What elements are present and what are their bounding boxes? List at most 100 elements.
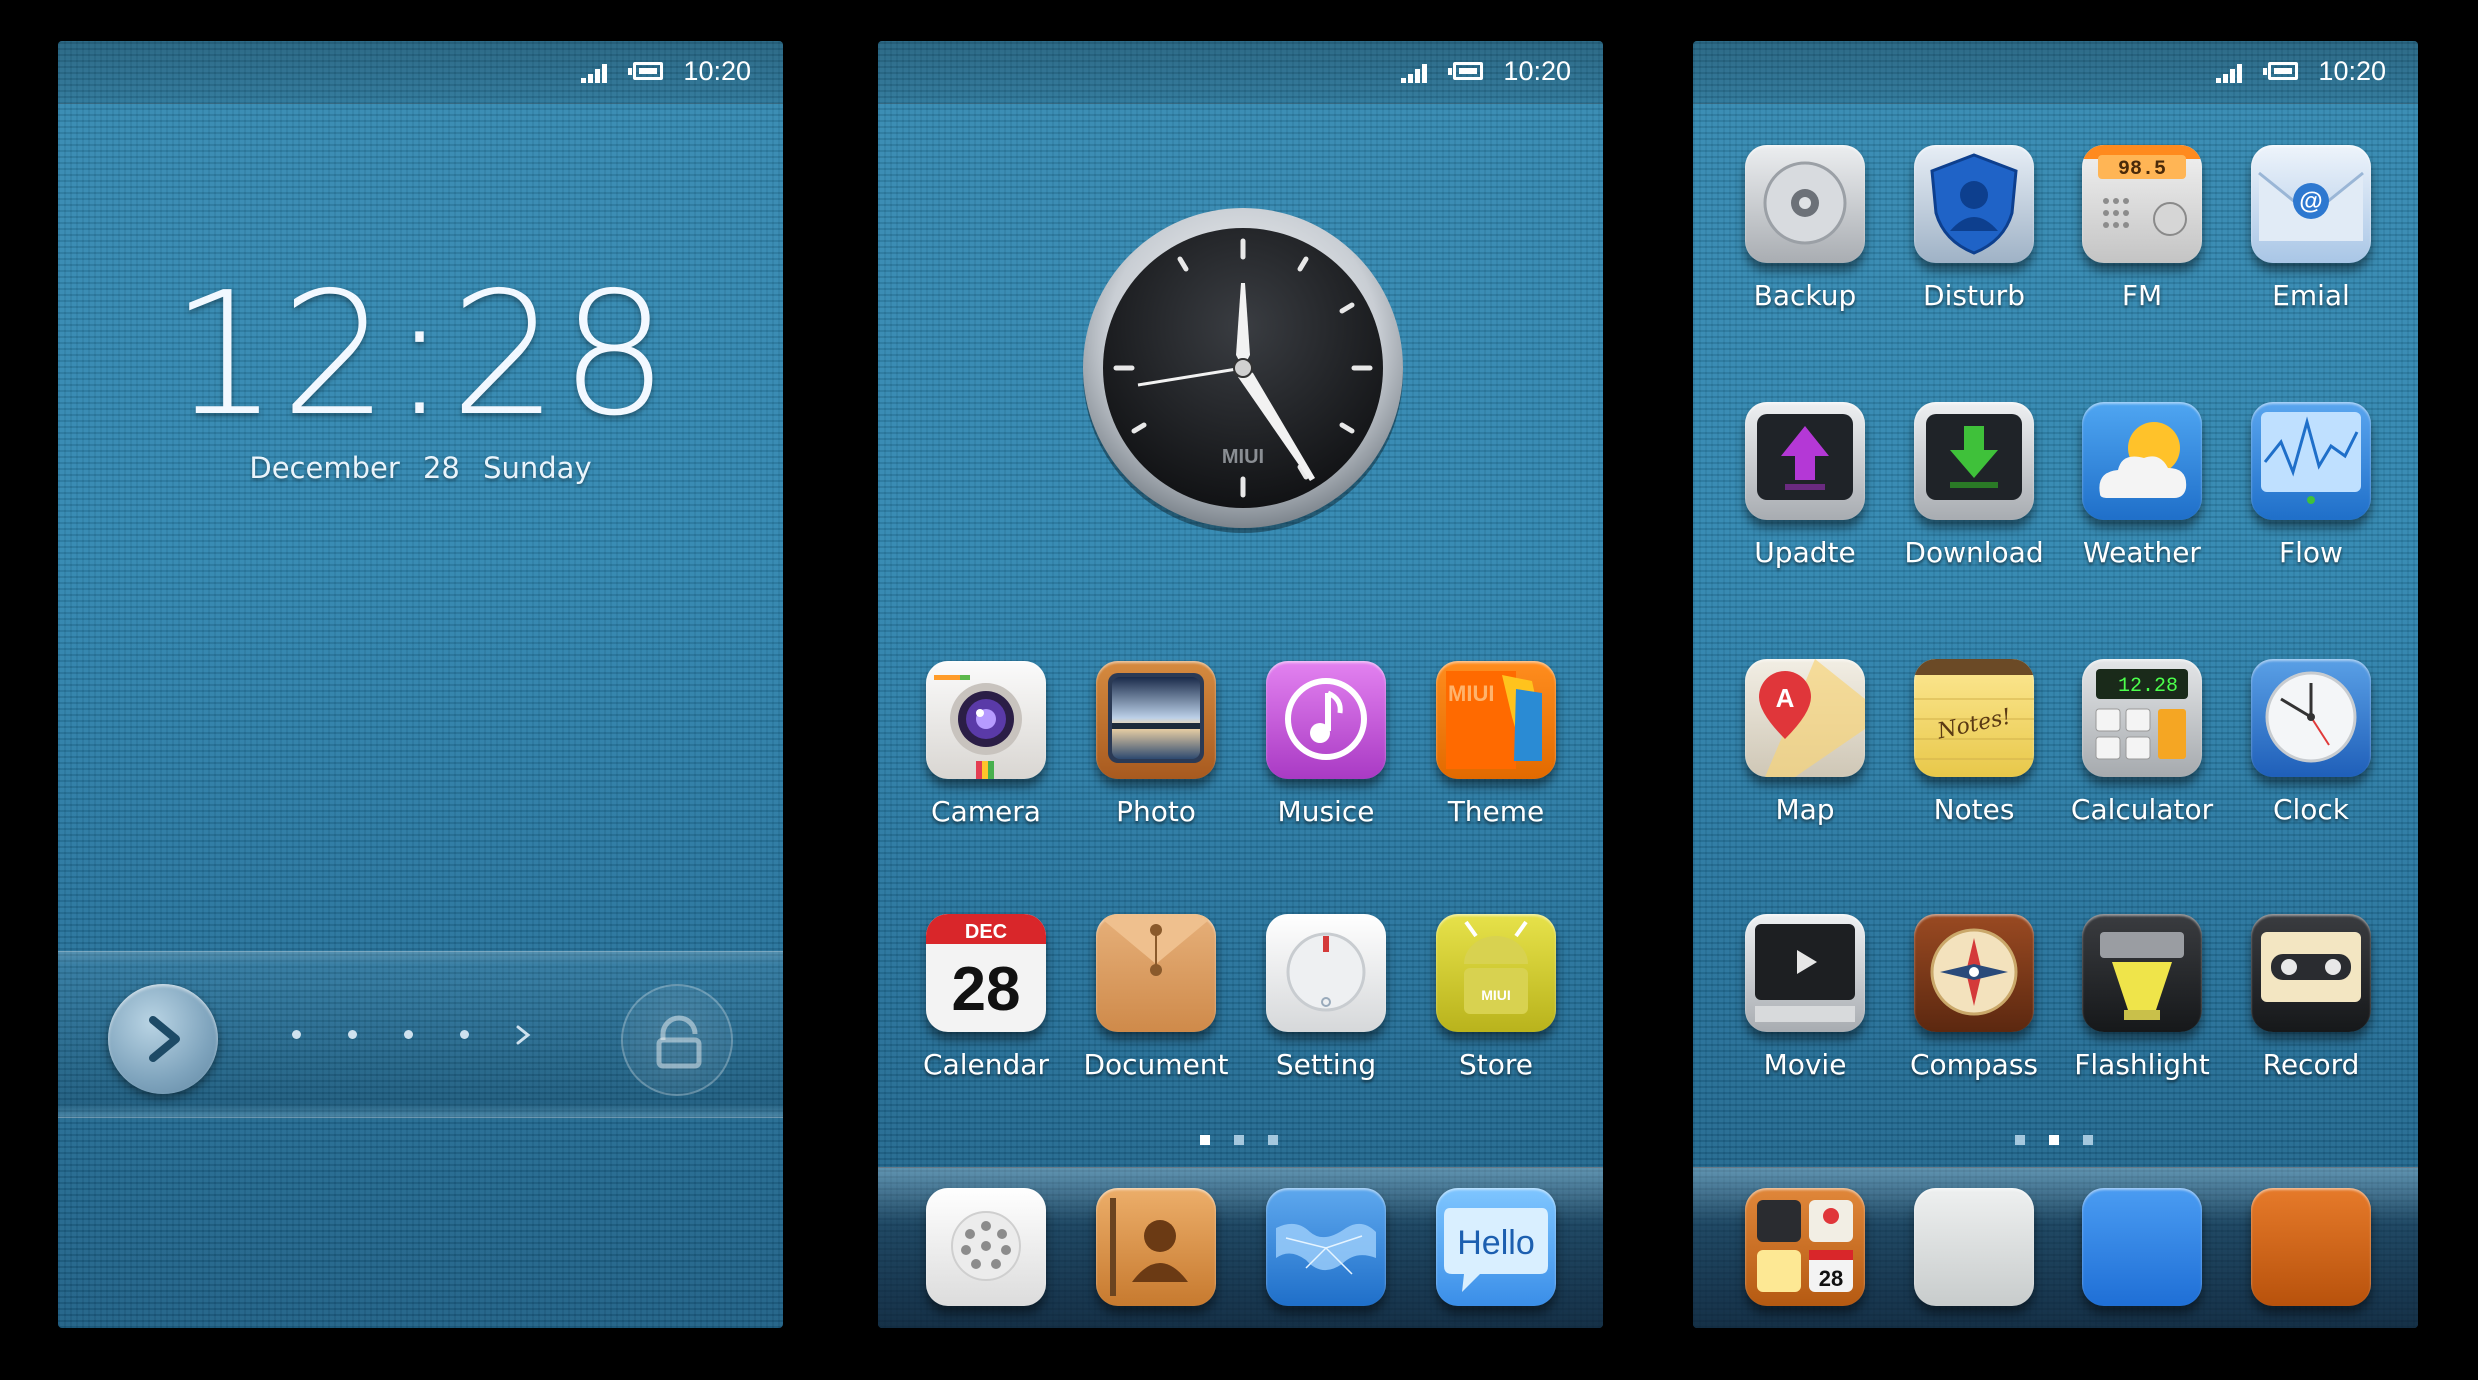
app-download[interactable]: Download — [1889, 402, 2059, 602]
battery-icon — [1448, 62, 1483, 80]
flashlight-icon — [2082, 914, 2202, 1032]
app-calculator[interactable]: 12.28 Calculator — [2057, 659, 2227, 859]
analog-clock-widget[interactable]: MIUI — [1078, 205, 1408, 535]
compass-icon — [1914, 914, 2034, 1032]
app-notes[interactable]: Notes! Notes — [1889, 659, 2059, 859]
signal-icon — [581, 63, 611, 83]
app-label: Camera — [931, 795, 1041, 828]
svg-text:DEC: DEC — [965, 921, 1007, 943]
lock-screen: 10:20 12:28 December 28 Sunday — [58, 41, 783, 1328]
app-map[interactable]: A Map — [1720, 659, 1890, 859]
app-movie[interactable]: Movie — [1720, 914, 1890, 1114]
dock-app-slot-2[interactable] — [1889, 1168, 2059, 1328]
app-label: Calculator — [2070, 793, 2214, 826]
app-update[interactable]: Upadte — [1720, 402, 1890, 602]
signal-icon — [2216, 63, 2246, 83]
page-indicator — [1693, 1133, 2418, 1149]
app-label: Disturb — [1923, 279, 2025, 312]
page-dot[interactable] — [1200, 1135, 1210, 1145]
movie-icon — [1745, 914, 1865, 1032]
app-email[interactable]: @ Emial — [2226, 145, 2396, 345]
unlock-lock-icon — [656, 1015, 702, 1069]
document-icon — [1096, 914, 1216, 1032]
dock-app-contacts[interactable] — [1071, 1168, 1241, 1328]
cassette-icon — [2251, 914, 2371, 1032]
app-camera[interactable]: Camera — [901, 661, 1071, 861]
dock-app-slot-4[interactable] — [2226, 1168, 2396, 1328]
app-label: Document — [1083, 1048, 1229, 1081]
app-compass[interactable]: Compass — [1889, 914, 2059, 1114]
app-document[interactable]: Document — [1071, 914, 1241, 1114]
page-dot[interactable] — [2049, 1135, 2059, 1145]
app-label: Photo — [1116, 795, 1196, 828]
lock-time: 12:28 — [170, 256, 671, 454]
app-flashlight[interactable]: Flashlight — [2057, 914, 2227, 1114]
lock-date: December 28 Sunday — [249, 451, 592, 485]
svg-text:12.28: 12.28 — [2118, 675, 2178, 698]
setting-icon — [1266, 914, 1386, 1032]
status-time: 10:20 — [683, 56, 751, 86]
contacts-icon — [1096, 1188, 1216, 1306]
app-label: Flashlight — [2074, 1048, 2210, 1081]
backup-disk-icon — [1745, 145, 1865, 263]
svg-text:MIUI: MIUI — [1448, 681, 1494, 706]
blank-gray-icon — [1914, 1188, 2034, 1306]
unlock-target[interactable] — [621, 984, 733, 1096]
app-music[interactable]: Musice — [1241, 661, 1411, 861]
chevron-right-icon — [516, 1025, 531, 1045]
dock-app-messages[interactable]: Hello — [1411, 1168, 1581, 1328]
app-label: Theme — [1447, 795, 1545, 828]
app-setting[interactable]: Setting — [1241, 914, 1411, 1114]
app-theme[interactable]: MIUI Theme — [1411, 661, 1581, 861]
store-icon: MIUI — [1436, 914, 1556, 1032]
app-backup[interactable]: Backup — [1720, 145, 1890, 345]
app-label: Flow — [2279, 536, 2343, 569]
unlock-handle[interactable] — [108, 984, 218, 1094]
battery-icon — [628, 62, 663, 80]
app-disturb[interactable]: Disturb — [1889, 145, 2059, 345]
page-dot[interactable] — [1268, 1135, 1278, 1145]
app-clock[interactable]: Clock — [2226, 659, 2396, 859]
status-time: 10:20 — [1503, 56, 1571, 86]
download-icon — [1914, 402, 2034, 520]
unlock-slider[interactable] — [58, 951, 783, 1118]
dock: Hello — [878, 1167, 1603, 1328]
notes-icon: Notes! — [1914, 659, 2034, 777]
dock-folder[interactable]: 28 — [1720, 1168, 1890, 1328]
phone-dialer-icon — [926, 1188, 1046, 1306]
dock: 28 — [1693, 1167, 2418, 1328]
app-label: Store — [1458, 1048, 1533, 1081]
status-bar: 10:20 — [878, 41, 1603, 104]
page-dot[interactable] — [2015, 1135, 2025, 1145]
app-fm[interactable]: 98.5 FM — [2057, 145, 2227, 345]
flow-chart-icon — [2251, 402, 2371, 520]
app-label: Movie — [1763, 1048, 1847, 1081]
app-photo[interactable]: Photo — [1071, 661, 1241, 861]
app-flow[interactable]: Flow — [2226, 402, 2396, 602]
app-label: FM — [2121, 279, 2163, 312]
page-dot[interactable] — [1234, 1135, 1244, 1145]
dock-app-phone[interactable] — [901, 1168, 1071, 1328]
dock-app-browser[interactable] — [1241, 1168, 1411, 1328]
blank-orange-icon — [2251, 1188, 2371, 1306]
dock-app-slot-3[interactable] — [2057, 1168, 2227, 1328]
map-pin-icon: A — [1745, 659, 1865, 777]
svg-text:@: @ — [2299, 188, 2322, 215]
folder-icon: 28 — [1745, 1188, 1865, 1306]
theme-icon: MIUI — [1436, 661, 1556, 779]
app-calendar[interactable]: DEC 28 Calendar — [901, 914, 1071, 1114]
app-store[interactable]: MIUI Store — [1411, 914, 1581, 1114]
svg-text:Hello: Hello — [1457, 1224, 1534, 1262]
app-record[interactable]: Record — [2226, 914, 2396, 1114]
blank-blue-icon — [2082, 1188, 2202, 1306]
app-label: Musice — [1277, 795, 1375, 828]
app-label: Weather — [2083, 536, 2201, 569]
page-dot[interactable] — [2083, 1135, 2093, 1145]
fm-radio-icon: 98.5 — [2082, 145, 2202, 263]
signal-icon — [1401, 63, 1431, 83]
app-label: Record — [2262, 1048, 2360, 1081]
app-weather[interactable]: Weather — [2057, 402, 2227, 602]
status-bar: 10:20 — [58, 41, 783, 104]
page-indicator — [878, 1133, 1603, 1149]
battery-icon — [2263, 62, 2298, 80]
